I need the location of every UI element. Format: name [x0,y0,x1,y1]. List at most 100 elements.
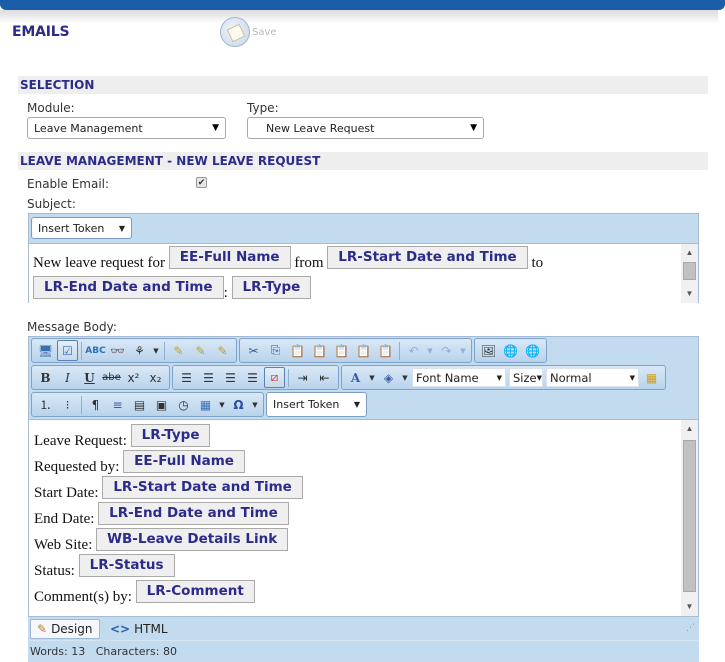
token[interactable]: EE-Full Name [123,450,245,473]
outdent-icon[interactable]: ⇤ [314,367,335,388]
chevron-down-icon: ▼ [353,400,360,409]
spellcheck-icon[interactable]: ABC [85,340,106,361]
custom-links-icon[interactable]: ▦ [641,367,662,388]
type-label: Type: [247,101,279,115]
apply-css-icon[interactable]: ✎ [190,340,211,361]
type-select[interactable]: New Leave Request ▼ [247,117,484,139]
insert-time-icon[interactable]: ◷ [173,394,194,415]
body-line-label: Status: [34,563,75,579]
subject-scrollbar[interactable]: ▲ ▼ [681,244,698,303]
paste-plain-text-icon[interactable]: 📋 [353,340,374,361]
font-name-select[interactable]: Font Name ▼ [412,368,506,387]
paste-from-word-icon[interactable]: 📋 [309,340,330,361]
underline-icon[interactable]: U [79,367,100,388]
image-manager-icon[interactable]: 🖼 [478,340,499,361]
toolbar-row-2: B I U abe x² x₂ ☰ ☰ ☰ ☰ ⧄ ⇥ ⇤ A ▼ ◈ ▼ Fo… [31,365,666,390]
font-size-select[interactable]: Size ▼ [509,368,543,387]
undo-icon[interactable]: ↶ [403,340,424,361]
redo-icon[interactable]: ↷ [436,340,457,361]
find-replace-icon[interactable]: 👓 [107,340,128,361]
remove-link-icon[interactable]: 🌐 [522,340,543,361]
justify-icon[interactable]: ☰ [242,367,263,388]
paste-word-strip-icon[interactable]: 📋 [331,340,352,361]
insert-date-icon[interactable]: ▣ [151,394,172,415]
chevron-down-icon[interactable]: ▼ [458,340,468,361]
cut-icon[interactable]: ✂ [243,340,264,361]
paragraph-style-select[interactable]: Normal ▼ [546,368,639,387]
align-center-icon[interactable]: ☰ [198,367,219,388]
toolbar-group: ⒈ ⁝ ¶ ≡ ▤ ▣ ◷ ▦ ▼ Ω ▼ [31,392,264,417]
fullscreen-icon[interactable]: 🖥 [35,340,56,361]
token-ee-full-name[interactable]: EE-Full Name [168,246,291,269]
italic-icon[interactable]: I [57,367,78,388]
body-line: Start Date: LR-Start Date and Time [34,476,678,502]
resize-grip-icon[interactable]: ⋰ [686,623,695,633]
body-scrollbar[interactable]: ▲ ▼ [681,420,698,616]
bulleted-list-icon[interactable]: ⁝ [57,394,78,415]
token[interactable]: LR-End Date and Time [98,502,289,525]
chevron-down-icon[interactable]: ▼ [217,394,227,415]
enable-email-checkbox[interactable]: ✔ [196,177,207,188]
subject-text: to [531,255,544,271]
chevron-down-icon[interactable]: ▼ [400,367,410,388]
token-lr-type[interactable]: LR-Type [231,276,312,299]
horizontal-rule-icon[interactable]: ≡ [107,394,128,415]
token[interactable]: LR-Type [130,424,211,447]
module-manager-icon[interactable]: ⚘ [129,340,150,361]
numbered-list-icon[interactable]: ⒈ [35,394,56,415]
subscript-icon[interactable]: x₂ [145,367,166,388]
form-element-icon[interactable]: ▤ [129,394,150,415]
scroll-down-icon[interactable]: ▼ [681,287,698,301]
paste-as-html-icon[interactable]: 📋 [375,340,396,361]
separator [288,368,289,387]
scroll-thumb[interactable] [683,440,696,592]
save-icon [220,17,250,47]
hyperlink-icon[interactable]: 🌐 [500,340,521,361]
chevron-down-icon: ▼ [470,123,477,133]
subject-insert-token-select[interactable]: Insert Token ▼ [31,217,132,239]
scroll-up-icon[interactable]: ▲ [681,422,698,436]
words-count: 13 [71,645,86,658]
insert-symbol-icon[interactable]: Ω [228,394,249,415]
word-count-status: Words: 13 Characters: 80 [28,640,699,662]
remove-alignment-icon[interactable]: ⧄ [264,367,285,388]
token-lr-end-date[interactable]: LR-End Date and Time [33,276,224,299]
fore-color-icon[interactable]: A [345,367,366,388]
token[interactable]: LR-Start Date and Time [102,476,303,499]
insert-paragraph-icon[interactable]: ¶ [85,394,106,415]
scroll-up-icon[interactable]: ▲ [681,246,698,260]
separator [81,341,82,360]
body-insert-token-select[interactable]: Insert Token ▼ [266,392,367,417]
align-left-icon[interactable]: ☰ [176,367,197,388]
strikethrough-icon[interactable]: abe [101,367,122,388]
design-mode-tab[interactable]: ✎ Design [30,619,100,639]
token[interactable]: LR-Comment [135,580,255,603]
superscript-icon[interactable]: x² [123,367,144,388]
module-select[interactable]: Leave Management ▼ [27,117,226,139]
body-content[interactable]: Leave Request: LR-Type Requested by: EE-… [29,419,698,616]
chevron-down-icon[interactable]: ▼ [425,340,435,361]
token[interactable]: LR-Status [78,554,175,577]
paste-icon[interactable]: 📋 [287,340,308,361]
chevron-down-icon[interactable]: ▼ [367,367,377,388]
back-color-icon[interactable]: ◈ [378,367,399,388]
bold-icon[interactable]: B [35,367,56,388]
insert-table-icon[interactable]: ▦ [195,394,216,415]
subject-content[interactable]: New leave request for EE-Full Name from … [29,243,698,303]
format-stripper-icon[interactable]: ✎ [168,340,189,361]
design-borders-icon[interactable]: ☑ [57,340,78,361]
html-mode-tab[interactable]: <> HTML [104,619,174,639]
token-lr-start-date[interactable]: LR-Start Date and Time [327,246,528,269]
copy-icon[interactable]: ⎘ [265,340,286,361]
scroll-thumb[interactable] [683,262,696,280]
detail-heading: LEAVE MANAGEMENT - NEW LEAVE REQUEST [18,152,708,170]
scroll-down-icon[interactable]: ▼ [681,600,698,614]
chevron-down-icon[interactable]: ▼ [250,394,260,415]
format-code-icon[interactable]: ✎ [212,340,233,361]
header-shadow [0,10,718,24]
chevron-down-icon[interactable]: ▼ [151,340,161,361]
token[interactable]: WB-Leave Details Link [96,528,289,551]
save-button[interactable]: Save [220,17,277,47]
align-right-icon[interactable]: ☰ [220,367,241,388]
indent-icon[interactable]: ⇥ [292,367,313,388]
